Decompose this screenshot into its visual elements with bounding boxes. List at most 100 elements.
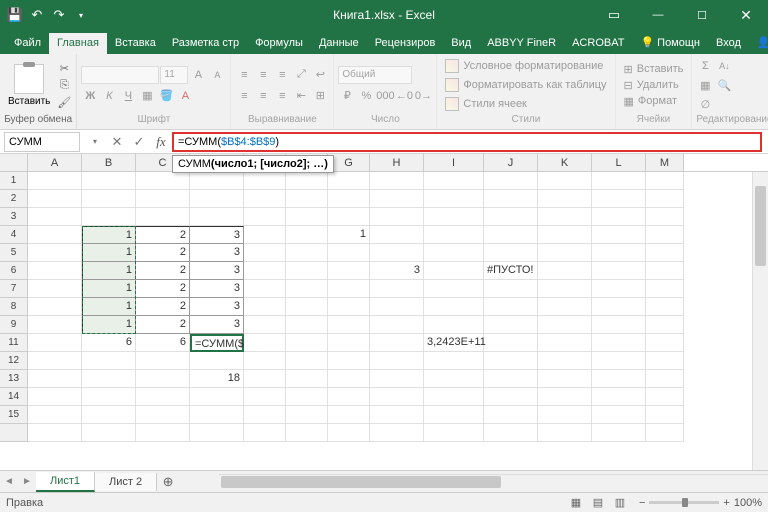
row-header[interactable]: 12 [0, 352, 28, 370]
minimize-button[interactable]: — [636, 0, 680, 30]
cell-M6[interactable] [646, 262, 684, 280]
cell-L13[interactable] [592, 370, 646, 388]
ribbon-options-icon[interactable]: ▭ [592, 0, 636, 30]
zoom-in-icon[interactable]: + [723, 497, 729, 509]
new-sheet-button[interactable]: ⊕ [157, 474, 179, 490]
vertical-scrollbar[interactable] [752, 172, 768, 470]
cell-F2[interactable] [286, 190, 328, 208]
cell-F8[interactable] [286, 298, 328, 316]
cell-G6[interactable] [328, 262, 370, 280]
cell-M8[interactable] [646, 298, 684, 316]
cell-M3[interactable] [646, 208, 684, 226]
cell-D4[interactable]: 3 [190, 226, 244, 244]
cell-C2[interactable] [136, 190, 190, 208]
cell-A9[interactable] [28, 316, 82, 334]
font-family-combo[interactable] [81, 66, 159, 84]
cell-B12[interactable] [82, 352, 136, 370]
page-layout-view-icon[interactable]: ▤ [588, 495, 608, 511]
scroll-thumb[interactable] [755, 186, 766, 266]
cell-A3[interactable] [28, 208, 82, 226]
cell-M14[interactable] [646, 388, 684, 406]
cell-C5[interactable]: 2 [136, 244, 190, 262]
indent-decrease-icon[interactable]: ⇤ [292, 87, 310, 105]
save-icon[interactable]: 💾 [6, 3, 24, 27]
cell-I9[interactable] [424, 316, 484, 334]
cell-I1[interactable] [424, 172, 484, 190]
cell-B3[interactable] [82, 208, 136, 226]
cell-C1[interactable] [136, 172, 190, 190]
cell-J8[interactable] [484, 298, 538, 316]
row-header[interactable]: 4 [0, 226, 28, 244]
cell-H11[interactable] [370, 334, 424, 352]
cell-J16[interactable] [484, 424, 538, 442]
cell-J2[interactable] [484, 190, 538, 208]
col-header-I[interactable]: I [424, 154, 484, 171]
cell-D3[interactable] [190, 208, 244, 226]
cell-G1[interactable] [328, 172, 370, 190]
number-format-combo[interactable]: Общий [338, 66, 412, 84]
row-header[interactable]: 14 [0, 388, 28, 406]
orientation-icon[interactable]: ⤢ [292, 66, 310, 84]
cell-I4[interactable] [424, 226, 484, 244]
cell-L14[interactable] [592, 388, 646, 406]
cell-J5[interactable] [484, 244, 538, 262]
cell-D9[interactable]: 3 [190, 316, 244, 334]
sheet-nav-next-icon[interactable]: ► [18, 472, 36, 492]
row-header[interactable]: 6 [0, 262, 28, 280]
page-break-view-icon[interactable]: ▥ [610, 495, 630, 511]
cell-K11[interactable] [538, 334, 592, 352]
tab-view[interactable]: Вид [443, 33, 479, 54]
cell-G14[interactable] [328, 388, 370, 406]
cell-D14[interactable] [190, 388, 244, 406]
cell-K5[interactable] [538, 244, 592, 262]
comma-icon[interactable]: 000 [376, 87, 394, 105]
row-header[interactable]: 5 [0, 244, 28, 262]
cell-M13[interactable] [646, 370, 684, 388]
cell-B16[interactable] [82, 424, 136, 442]
cell-F13[interactable] [286, 370, 328, 388]
cell-A2[interactable] [28, 190, 82, 208]
select-all-corner[interactable] [0, 154, 28, 171]
cell-B11[interactable]: 6 [82, 334, 136, 352]
cell-L2[interactable] [592, 190, 646, 208]
cell-L11[interactable] [592, 334, 646, 352]
cell-B9[interactable]: 1 [82, 316, 136, 334]
delete-cells-button[interactable]: ⊟Удалить [620, 78, 688, 93]
cell-E1[interactable] [244, 172, 286, 190]
cell-F15[interactable] [286, 406, 328, 424]
cell-L15[interactable] [592, 406, 646, 424]
cell-L8[interactable] [592, 298, 646, 316]
cell-A7[interactable] [28, 280, 82, 298]
cell-C8[interactable]: 2 [136, 298, 190, 316]
underline-button[interactable]: Ч [119, 87, 137, 105]
cell-E7[interactable] [244, 280, 286, 298]
decrease-font-icon[interactable]: A [208, 66, 226, 84]
cell-H16[interactable] [370, 424, 424, 442]
tab-review[interactable]: Рецензиров [367, 33, 444, 54]
percent-icon[interactable]: % [357, 87, 375, 105]
cell-G13[interactable] [328, 370, 370, 388]
cell-K1[interactable] [538, 172, 592, 190]
cell-A4[interactable] [28, 226, 82, 244]
cell-L12[interactable] [592, 352, 646, 370]
cell-D11[interactable]: =СУММ($ [190, 334, 244, 352]
cell-E11[interactable] [244, 334, 286, 352]
cell-J14[interactable] [484, 388, 538, 406]
maximize-button[interactable]: ☐ [680, 0, 724, 30]
sheet-nav-prev-icon[interactable]: ◄ [0, 472, 18, 492]
align-middle-icon[interactable]: ≡ [254, 66, 272, 84]
row-header[interactable]: 13 [0, 370, 28, 388]
cell-K8[interactable] [538, 298, 592, 316]
cancel-icon[interactable]: ✕ [106, 132, 128, 152]
col-header-H[interactable]: H [370, 154, 424, 171]
cell-A15[interactable] [28, 406, 82, 424]
cell-B2[interactable] [82, 190, 136, 208]
cell-B4[interactable]: 1 [82, 226, 136, 244]
align-bottom-icon[interactable]: ≡ [273, 66, 291, 84]
cell-A14[interactable] [28, 388, 82, 406]
font-size-combo[interactable]: 11 [160, 66, 188, 84]
cell-L6[interactable] [592, 262, 646, 280]
cell-F14[interactable] [286, 388, 328, 406]
cell-C4[interactable]: 2 [136, 226, 190, 244]
cell-H5[interactable] [370, 244, 424, 262]
